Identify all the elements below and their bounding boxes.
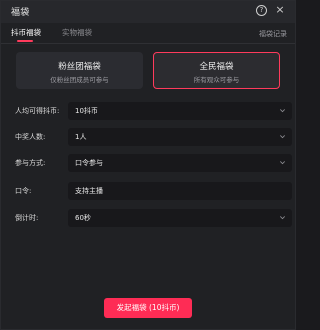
active-tab-indicator <box>17 40 33 42</box>
title-bar: 福袋 ? × <box>1 1 295 23</box>
password-value: 支持主播 <box>75 187 103 195</box>
window-title: 福袋 <box>11 8 30 18</box>
chevron-down-icon <box>280 109 285 113</box>
countdown-select[interactable]: 60秒 <box>68 209 292 227</box>
fan-club-bag-card[interactable]: 粉丝团福袋 仅粉丝团成员可参与 <box>16 52 143 89</box>
tab-physical-bag[interactable]: 实物福袋 <box>62 27 92 38</box>
tab-bar: 抖币福袋 实物福袋 福袋记录 <box>1 23 295 44</box>
per-person-coins-label: 人均可得抖币: <box>15 107 60 115</box>
participation-method-value: 口令参与 <box>75 159 103 167</box>
card-title: 全民福袋 <box>199 62 234 72</box>
winners-row: 中奖人数: 1人 <box>13 128 292 146</box>
per-person-coins-value: 10抖币 <box>75 107 98 115</box>
per-person-coins-select[interactable]: 10抖币 <box>68 102 292 120</box>
winners-select[interactable]: 1人 <box>68 128 292 146</box>
password-label: 口令: <box>15 187 32 195</box>
lucky-bag-panel: 福袋 ? × 抖币福袋 实物福袋 福袋记录 粉丝团福袋 仅粉丝团成员可参与 全民… <box>0 0 296 330</box>
participation-method-row: 参与方式: 口令参与 <box>13 154 292 172</box>
countdown-label: 倒计时: <box>15 214 39 222</box>
card-title: 粉丝团福袋 <box>58 62 101 72</box>
tab-douyin-coin-bag[interactable]: 抖币福袋 <box>11 27 41 38</box>
per-person-coins-row: 人均可得抖币: 10抖币 <box>13 102 292 120</box>
help-icon[interactable]: ? <box>256 5 267 16</box>
history-link[interactable]: 福袋记录 <box>259 29 287 39</box>
chevron-down-icon <box>280 216 285 220</box>
password-input[interactable]: 支持主播 <box>68 182 292 200</box>
chevron-down-icon <box>280 135 285 139</box>
countdown-value: 60秒 <box>75 214 91 222</box>
participation-method-select[interactable]: 口令参与 <box>68 154 292 172</box>
participation-method-label: 参与方式: <box>15 159 46 167</box>
close-icon[interactable]: × <box>274 4 286 16</box>
winners-label: 中奖人数: <box>15 133 46 141</box>
winners-value: 1人 <box>75 133 87 141</box>
card-description: 仅粉丝团成员可参与 <box>50 76 109 84</box>
card-description: 所有观众可参与 <box>193 76 240 84</box>
public-bag-card[interactable]: 全民福袋 所有观众可参与 <box>153 52 280 89</box>
countdown-row: 倒计时: 60秒 <box>13 209 292 227</box>
chevron-down-icon <box>280 161 285 165</box>
password-row: 口令: 支持主播 <box>13 182 292 200</box>
launch-bag-button[interactable]: 发起福袋 (10抖币) <box>104 298 192 318</box>
